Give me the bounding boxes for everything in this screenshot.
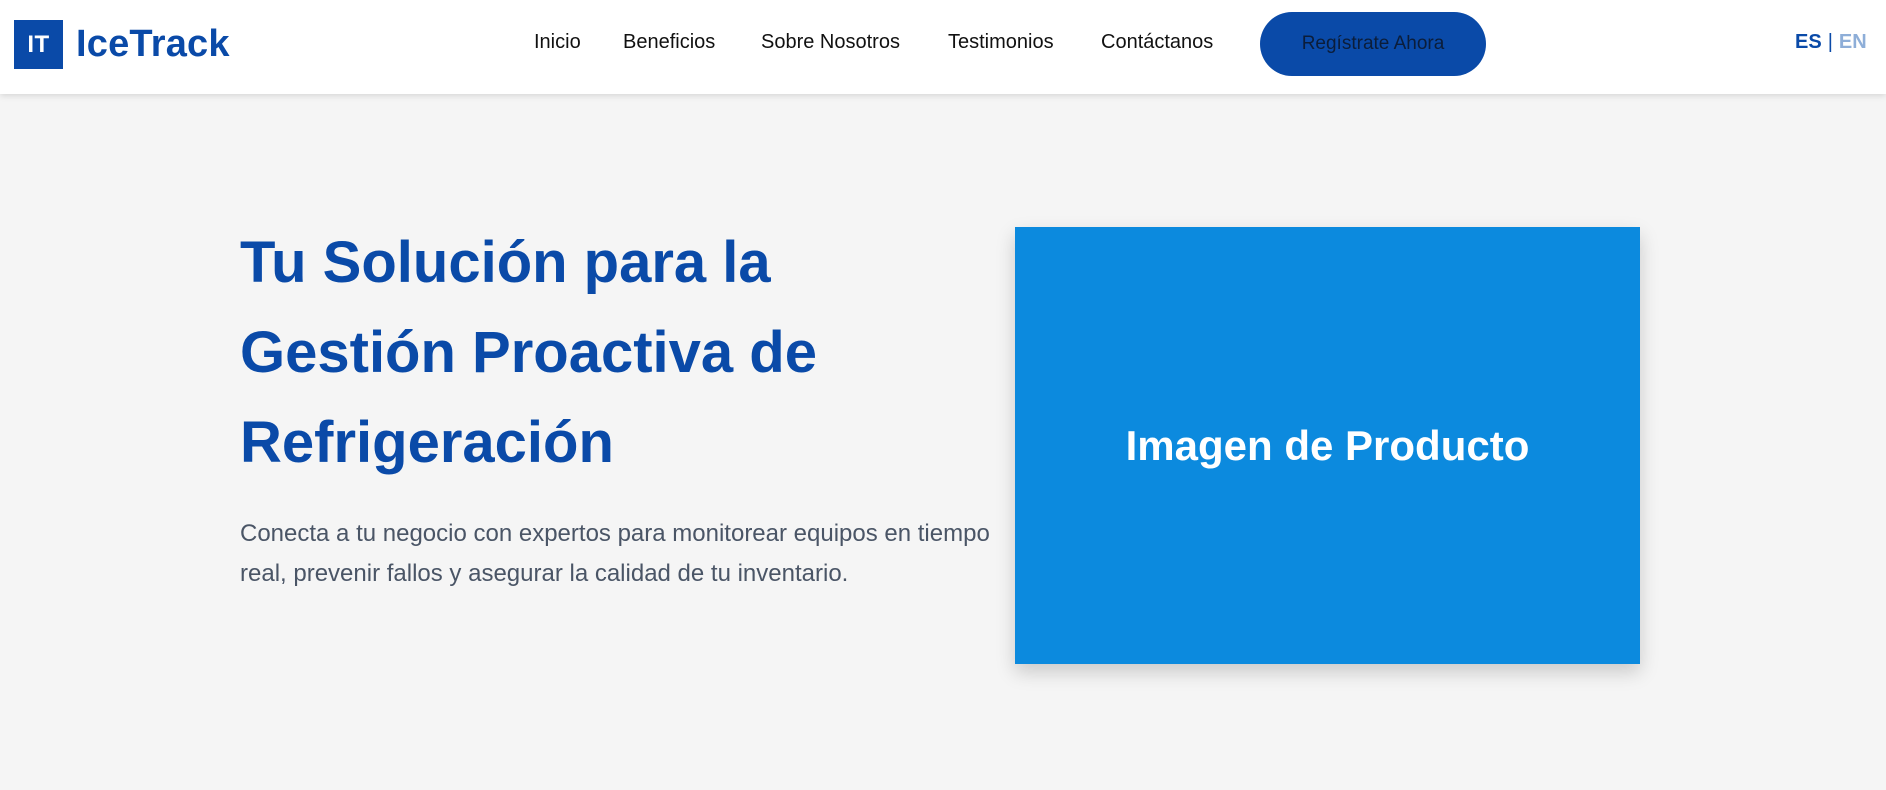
top-navbar: IT IceTrack Inicio Beneficios Sobre Noso… — [0, 0, 1886, 94]
language-option-en[interactable]: EN — [1839, 31, 1867, 54]
brand-logo-icon: IT — [14, 20, 63, 69]
language-switcher: ES | EN — [1795, 31, 1867, 54]
hero-title: Tu Solución para la Gestión Proactiva de… — [240, 230, 817, 475]
main-nav: Inicio Beneficios Sobre Nosotros Testimo… — [0, 0, 1886, 94]
product-image-label: Imagen de Producto — [1125, 421, 1530, 469]
product-image-placeholder: Imagen de Producto — [1015, 227, 1640, 664]
brand-name: IceTrack — [76, 23, 230, 65]
language-option-es[interactable]: ES — [1795, 31, 1822, 54]
register-now-button[interactable]: Regístrate Ahora — [1260, 12, 1486, 76]
nav-link-testimonios[interactable]: Testimonios — [948, 31, 1054, 54]
hero-subtitle: Conecta a tu negocio con expertos para m… — [240, 520, 990, 587]
nav-link-contactanos[interactable]: Contáctanos — [1101, 31, 1213, 54]
nav-link-beneficios[interactable]: Beneficios — [623, 31, 715, 54]
nav-link-sobre-nosotros[interactable]: Sobre Nosotros — [761, 31, 900, 54]
nav-link-inicio[interactable]: Inicio — [534, 31, 581, 54]
brand-logo-link[interactable]: IT IceTrack — [14, 20, 230, 69]
language-separator: | — [1827, 31, 1833, 53]
